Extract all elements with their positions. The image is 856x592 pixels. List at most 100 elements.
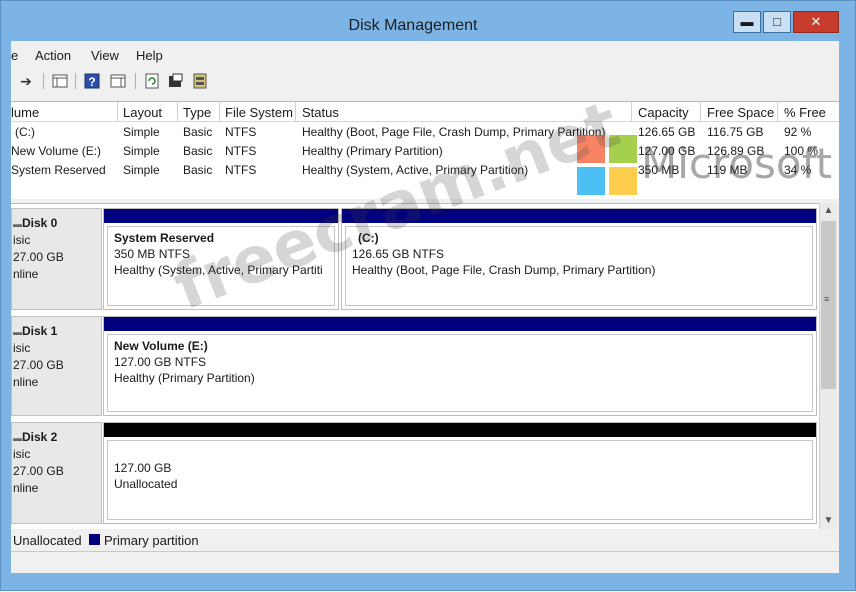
- title-bar[interactable]: Disk Management ▬ □ ✕: [1, 1, 855, 41]
- partition-name: (C:): [358, 231, 379, 245]
- partition-body: 127.00 GB Unallocated: [107, 440, 813, 520]
- forward-arrow-icon[interactable]: ➔: [17, 72, 35, 90]
- capacity-cell: 127.00 GB: [638, 144, 696, 158]
- partition-bar: [104, 317, 816, 331]
- menu-view[interactable]: View: [91, 48, 119, 63]
- layout-cell: Simple: [123, 144, 160, 158]
- partition-size: 127.00 GB NTFS: [114, 355, 207, 369]
- menu-file[interactable]: e: [11, 48, 18, 63]
- partition-bar: [104, 209, 338, 223]
- partition-body: System Reserved 350 MB NTFS Healthy (Sys…: [107, 226, 335, 306]
- client-area: e Action View Help ➔ ? lume Layout Type …: [11, 41, 839, 573]
- disk-label[interactable]: ▬Disk 0 isic 27.00 GB nline: [11, 208, 102, 310]
- column-header-status[interactable]: Status: [302, 105, 339, 120]
- column-divider[interactable]: [219, 102, 220, 122]
- disk-icon: ▬: [13, 327, 22, 337]
- disk-row: ▬Disk 0 isic 27.00 GB nline System Reser…: [11, 208, 819, 310]
- volume-cell: New Volume (E:): [11, 144, 102, 158]
- column-divider[interactable]: [777, 102, 778, 122]
- column-divider[interactable]: [117, 102, 118, 122]
- type-cell: Basic: [183, 144, 213, 158]
- type-cell: Basic: [183, 163, 213, 177]
- volume-list-header: lume Layout Type File System Status Capa…: [11, 102, 839, 122]
- maximize-button[interactable]: □: [763, 11, 791, 33]
- column-divider[interactable]: [700, 102, 701, 122]
- partition-status: Healthy (Boot, Page File, Crash Dump, Pr…: [352, 263, 656, 277]
- column-divider[interactable]: [295, 102, 296, 122]
- disk-name: ▬Disk 1: [13, 324, 58, 338]
- scroll-thumb[interactable]: [821, 221, 836, 389]
- column-header-file-system[interactable]: File System: [225, 105, 293, 120]
- scroll-down-icon[interactable]: ▼: [820, 513, 837, 529]
- volume-list: lume Layout Type File System Status Capa…: [11, 101, 839, 199]
- column-header-layout[interactable]: Layout: [123, 105, 162, 120]
- console-tree-icon[interactable]: [51, 72, 69, 90]
- partition-unallocated[interactable]: 127.00 GB Unallocated: [103, 422, 817, 524]
- menu-help[interactable]: Help: [136, 48, 163, 63]
- help-icon[interactable]: ?: [83, 72, 101, 90]
- disk-row: ▬Disk 1 isic 27.00 GB nline New Volume (…: [11, 316, 819, 416]
- partition-body: New Volume (E:) 127.00 GB NTFS Healthy (…: [107, 334, 813, 412]
- minimize-button[interactable]: ▬: [733, 11, 761, 33]
- svg-text:?: ?: [88, 75, 95, 89]
- disk-type: isic: [13, 233, 31, 247]
- layout-cell: Simple: [123, 125, 160, 139]
- file-system-cell: NTFS: [225, 144, 257, 158]
- column-header-volume[interactable]: lume: [11, 105, 39, 120]
- disk-icon: ▬: [13, 219, 22, 229]
- partition-bar: [342, 209, 816, 223]
- toolbar: ➔ ?: [11, 67, 839, 95]
- layout-cell: Simple: [123, 163, 160, 177]
- free-space-cell: 126.89 GB: [707, 144, 765, 158]
- disk-label[interactable]: ▬Disk 2 isic 27.00 GB nline: [11, 422, 102, 524]
- disk-name: ▬Disk 0: [13, 216, 58, 230]
- free-space-cell: 116.75 GB: [707, 125, 764, 139]
- disk-type: isic: [13, 447, 31, 461]
- partition-bar: [104, 423, 816, 437]
- partition-new-volume-e[interactable]: New Volume (E:) 127.00 GB NTFS Healthy (…: [103, 316, 817, 416]
- window-title: Disk Management: [348, 17, 478, 34]
- toolbar-separator: [75, 73, 76, 89]
- column-divider[interactable]: [177, 102, 178, 122]
- legend-primary-label: Primary partition: [104, 533, 199, 548]
- disk-size: 27.00 GB: [13, 464, 64, 478]
- column-header-percent-free[interactable]: % Free: [784, 105, 826, 120]
- menu-action[interactable]: Action: [35, 48, 71, 63]
- column-header-free-space[interactable]: Free Space: [707, 105, 774, 120]
- partition-c[interactable]: (C:) 126.65 GB NTFS Healthy (Boot, Page …: [341, 208, 817, 310]
- type-cell: Basic: [183, 125, 213, 139]
- rescan-disks-icon[interactable]: [191, 72, 209, 90]
- disk-size: 27.00 GB: [13, 358, 64, 372]
- disk-type: isic: [13, 341, 31, 355]
- scroll-grip-icon: ≡: [824, 294, 830, 304]
- action-pane-icon[interactable]: [109, 72, 127, 90]
- disk-state: nline: [13, 267, 39, 281]
- partition-system-reserved[interactable]: System Reserved 350 MB NTFS Healthy (Sys…: [103, 208, 339, 310]
- partition-status: Healthy (System, Active, Primary Partiti: [114, 263, 323, 277]
- close-button[interactable]: ✕: [793, 11, 839, 33]
- column-divider[interactable]: [631, 102, 632, 122]
- disk-state: nline: [13, 375, 39, 389]
- disk-row: ▬Disk 2 isic 27.00 GB nline 127.00 GB Un…: [11, 422, 819, 524]
- partition-name: New Volume (E:): [114, 339, 208, 353]
- file-system-cell: NTFS: [225, 125, 257, 139]
- refresh-icon[interactable]: [143, 72, 161, 90]
- disk-name: ▬Disk 2: [13, 430, 58, 444]
- partition-status: Healthy (Primary Partition): [114, 371, 255, 385]
- status-cell: Healthy (System, Active, Primary Partiti…: [302, 163, 529, 177]
- disk-label[interactable]: ▬Disk 1 isic 27.00 GB nline: [11, 316, 102, 416]
- percent-free-cell: 92 %: [784, 125, 812, 139]
- status-cell: Healthy (Boot, Page File, Crash Dump, Pr…: [302, 125, 606, 139]
- menu-bar: e Action View Help: [11, 45, 839, 65]
- scroll-up-icon[interactable]: ▲: [820, 203, 837, 219]
- vertical-scrollbar[interactable]: ▲ ≡ ▼: [819, 203, 837, 529]
- column-header-capacity[interactable]: Capacity: [638, 105, 689, 120]
- properties-icon[interactable]: [167, 72, 185, 90]
- disk-icon: ▬: [13, 433, 22, 443]
- volume-cell: System Reserved: [11, 163, 106, 177]
- legend-unallocated-label: Unallocated: [13, 533, 82, 548]
- file-system-cell: NTFS: [225, 163, 257, 177]
- toolbar-separator: [43, 73, 44, 89]
- column-header-type[interactable]: Type: [183, 105, 211, 120]
- percent-free-cell: 34 %: [784, 163, 812, 177]
